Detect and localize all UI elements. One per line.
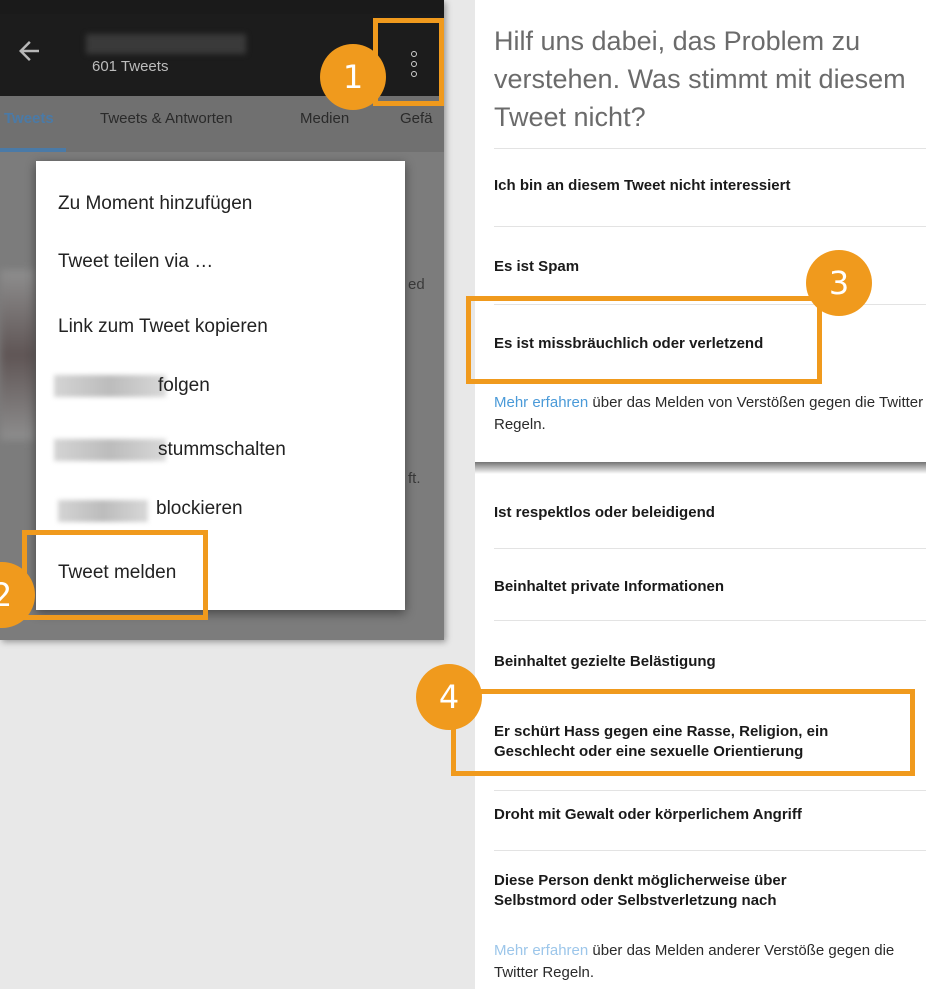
menu-item-share-tweet[interactable]: Tweet teilen via …: [58, 251, 213, 273]
highlight-hateful-option: [451, 689, 915, 776]
callout-badge-3: 3: [806, 250, 872, 316]
username-redacted: [58, 500, 148, 522]
highlight-report-tweet: [22, 530, 208, 620]
status-bar: [0, 0, 444, 14]
option-self-harm[interactable]: Diese Person denkt möglicherweise über S…: [494, 871, 854, 911]
divider: [494, 620, 926, 621]
username-redacted: [54, 439, 166, 461]
timeline-text-fragment: ft.: [408, 470, 421, 487]
right-phone-screen: Hilf uns dabei, das Problem zu verstehen…: [475, 0, 926, 989]
highlight-more-menu: [373, 18, 444, 106]
tab-tweets-replies[interactable]: Tweets & Antworten: [100, 110, 233, 127]
menu-item-add-to-moment[interactable]: Zu Moment hinzufügen: [58, 193, 252, 215]
account-name-redacted: [86, 34, 246, 54]
back-arrow-icon[interactable]: [14, 36, 44, 66]
section-shadow: [475, 462, 926, 474]
divider: [494, 548, 926, 549]
tweet-count: 601 Tweets: [92, 58, 169, 75]
option-private-info[interactable]: Beinhaltet private Informationen: [494, 577, 914, 597]
divider: [494, 226, 926, 227]
tab-likes[interactable]: Gefä: [400, 110, 433, 127]
report-heading: Hilf uns dabei, das Problem zu verstehen…: [494, 26, 906, 132]
option-not-interested[interactable]: Ich bin an diesem Tweet nicht interessie…: [494, 176, 914, 196]
divider: [494, 148, 926, 149]
timeline-text-fragment: ed: [408, 276, 425, 293]
learn-more-note-1: Mehr erfahren über das Melden von Verstö…: [494, 392, 926, 436]
divider: [494, 790, 926, 791]
divider: [494, 850, 926, 851]
highlight-abusive-option: [466, 296, 822, 384]
learn-more-link[interactable]: Mehr erfahren: [494, 394, 588, 411]
learn-more-link[interactable]: Mehr erfahren: [494, 942, 588, 959]
menu-item-follow[interactable]: folgen: [158, 375, 210, 397]
menu-item-copy-link[interactable]: Link zum Tweet kopieren: [58, 316, 268, 338]
menu-item-block[interactable]: blockieren: [156, 498, 243, 520]
callout-badge-1: 1: [320, 44, 386, 110]
tab-media[interactable]: Medien: [300, 110, 349, 127]
option-violence-threat[interactable]: Droht mit Gewalt oder körperlichem Angri…: [494, 805, 914, 825]
tab-tweets[interactable]: Tweets: [4, 110, 54, 127]
option-disrespectful[interactable]: Ist respektlos oder beleidigend: [494, 503, 914, 523]
option-targeted-harassment[interactable]: Beinhaltet gezielte Belästigung: [494, 652, 914, 672]
learn-more-note-2: Mehr erfahren über das Melden anderer Ve…: [494, 940, 926, 984]
username-redacted: [54, 375, 166, 397]
menu-item-mute[interactable]: stummschalten: [158, 439, 286, 461]
callout-badge-4: 4: [416, 664, 482, 730]
timeline-photo: [0, 270, 36, 440]
